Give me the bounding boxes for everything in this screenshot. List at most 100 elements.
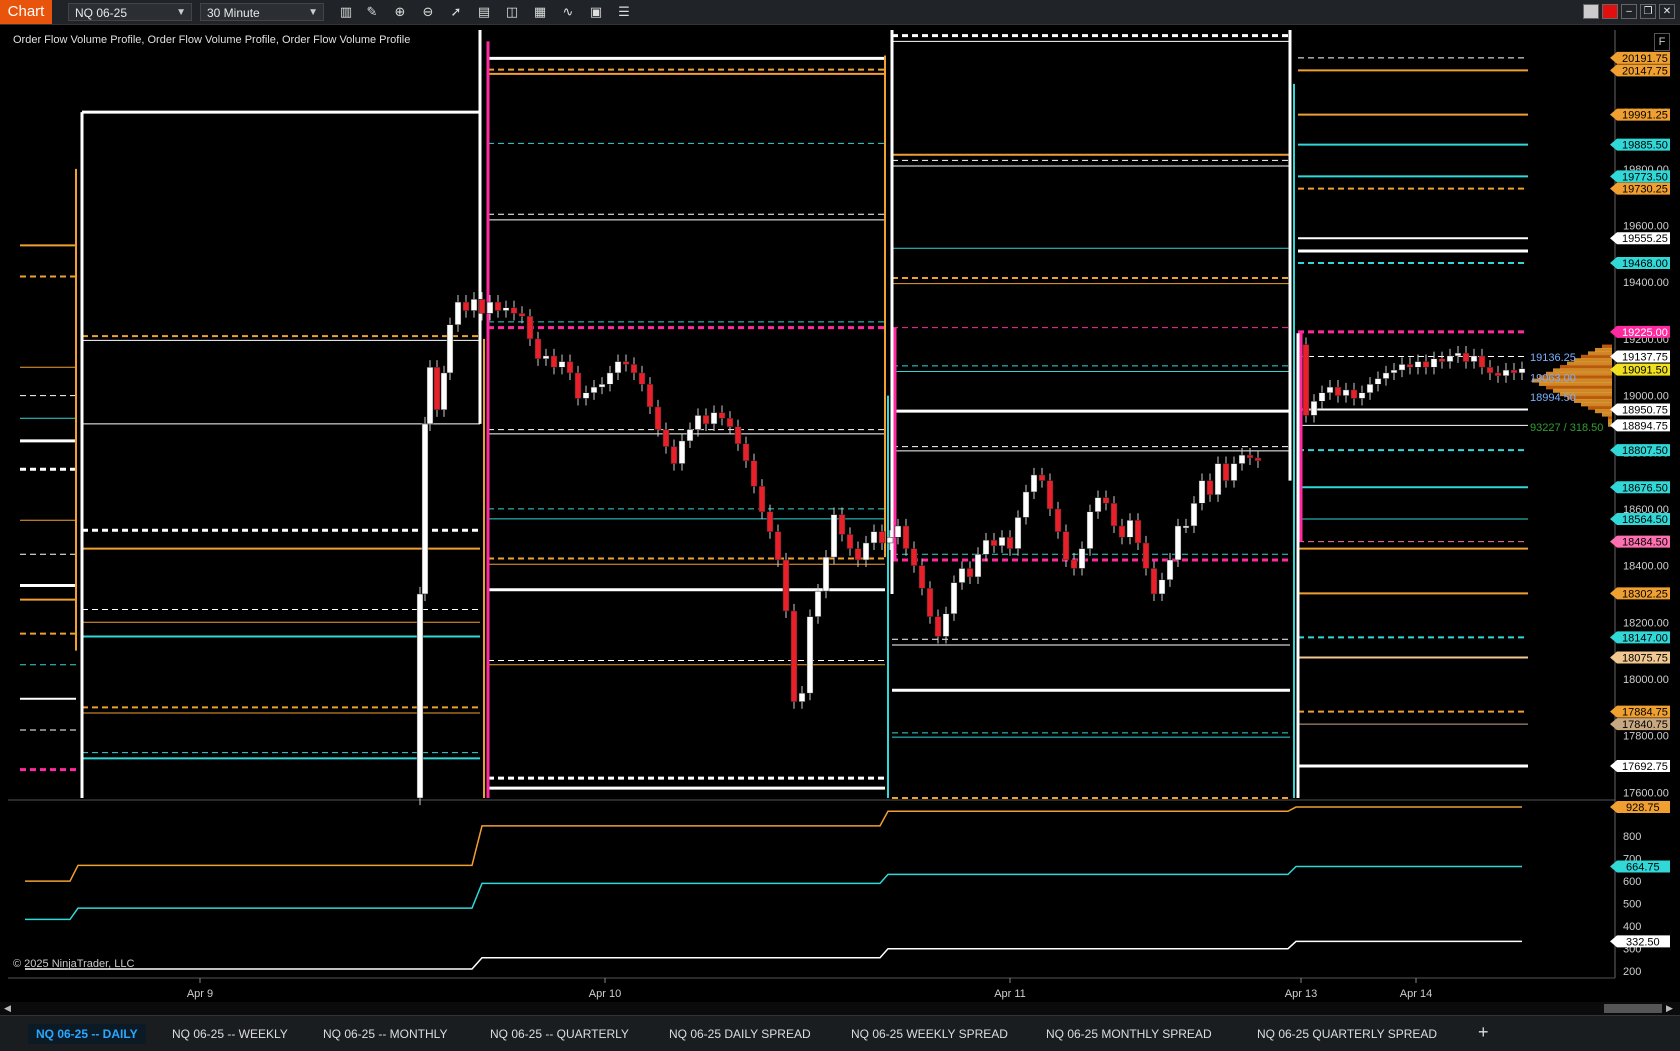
candle-body xyxy=(558,361,566,368)
candle-body xyxy=(1198,480,1206,504)
tab-monthly-spread[interactable]: NQ 06-25 MONTHLY SPREAD xyxy=(1046,1024,1212,1044)
tab-daily-spread[interactable]: NQ 06-25 DAILY SPREAD xyxy=(669,1024,811,1044)
candle-body xyxy=(470,298,478,311)
candle-body xyxy=(894,525,902,538)
candle-body xyxy=(926,588,934,617)
chart-area[interactable]: 800 700 600 500 400 300 200 928.75 664.75 332.50 … xyxy=(0,25,1680,1015)
minimize-icon[interactable]: – xyxy=(1621,4,1637,19)
candle-body xyxy=(1470,355,1478,362)
tab-daily[interactable]: NQ 06-25 -- DAILY xyxy=(28,1024,146,1044)
price-badge-label: 19555.25 xyxy=(1622,233,1668,245)
candle-body xyxy=(1246,454,1254,459)
candle-body xyxy=(1094,497,1102,513)
candle-body xyxy=(950,582,958,615)
tab-weekly-spread[interactable]: NQ 06-25 WEEKLY SPREAD xyxy=(851,1024,1008,1044)
candle-body xyxy=(854,548,862,561)
candle-body xyxy=(446,324,454,374)
candle-body xyxy=(862,542,870,561)
profile-histogram-bar xyxy=(1574,398,1612,403)
strategies-icon[interactable]: ▣ xyxy=(586,3,606,21)
candle-body xyxy=(1430,358,1438,368)
properties-list-icon[interactable]: ☰ xyxy=(614,3,634,21)
candle-body xyxy=(462,301,470,311)
scroll-thumb[interactable] xyxy=(1604,1004,1662,1013)
sub-tick-label: 600 xyxy=(1623,876,1641,888)
candle-body xyxy=(1102,497,1110,504)
candle-body xyxy=(1238,454,1246,464)
price-badge-label: 17840.75 xyxy=(1622,719,1668,731)
candle-body xyxy=(878,531,886,544)
tab-quarterly[interactable]: NQ 06-25 -- QUARTERLY xyxy=(490,1024,629,1044)
chart-tabs: NQ 06-25 -- DAILY NQ 06-25 -- WEEKLY NQ … xyxy=(0,1015,1680,1051)
time-tick-label: Apr 13 xyxy=(1285,988,1317,1000)
tab-quarterly-spread[interactable]: NQ 06-25 QUARTERLY SPREAD xyxy=(1257,1024,1437,1044)
horizontal-scrollbar[interactable]: ◀ ▶ xyxy=(0,1002,1680,1015)
candle-body xyxy=(1142,542,1150,569)
time-tick-label: Apr 10 xyxy=(589,988,621,1000)
interval-selector[interactable]: 30 Minute ▼ xyxy=(200,3,324,21)
candle-body xyxy=(838,514,846,535)
data-box-icon[interactable]: ▤ xyxy=(474,3,494,21)
sub-tick-label: 800 xyxy=(1623,831,1641,843)
price-badge-label: 18075.75 xyxy=(1622,653,1668,665)
price-tick-label: 17600.00 xyxy=(1623,787,1669,799)
drawing-pencil-icon[interactable]: ✎ xyxy=(362,3,382,21)
candle-body xyxy=(998,537,1006,547)
candle-body xyxy=(1078,548,1086,569)
price-badge-label: 19225.00 xyxy=(1622,327,1668,339)
templates-icon[interactable]: ▦ xyxy=(530,3,550,21)
chart-badge: Chart xyxy=(0,0,52,24)
scroll-left-icon[interactable]: ◀ xyxy=(4,1003,11,1014)
candle-body xyxy=(526,315,534,340)
candle-body xyxy=(846,534,854,549)
price-badge-label: 18484.50 xyxy=(1622,537,1668,549)
indicators-icon[interactable]: ∿ xyxy=(558,3,578,21)
price-tick-label: 18000.00 xyxy=(1623,674,1669,686)
pointer-icon[interactable]: ➚ xyxy=(446,3,466,21)
profile-histogram-bar xyxy=(1546,385,1612,390)
price-badge-label: 19137.75 xyxy=(1622,352,1668,364)
candle-body xyxy=(534,338,542,359)
candle-body xyxy=(1446,355,1454,362)
close-icon[interactable]: ✕ xyxy=(1659,4,1675,19)
candle-body xyxy=(694,415,702,430)
candle-body xyxy=(494,301,502,311)
scroll-right-icon[interactable]: ▶ xyxy=(1666,1003,1673,1014)
candle-body xyxy=(974,554,982,578)
tab-weekly[interactable]: NQ 06-25 -- WEEKLY xyxy=(172,1024,288,1044)
candle-body xyxy=(934,616,942,637)
sub-series-line xyxy=(25,806,1522,882)
window-gray-icon[interactable] xyxy=(1583,4,1599,19)
candle-body xyxy=(1342,389,1350,396)
split-icon[interactable]: ◫ xyxy=(502,3,522,21)
zoom-out-icon[interactable]: ⊖ xyxy=(418,3,438,21)
candle-body xyxy=(502,307,510,311)
candle-body xyxy=(1182,525,1190,529)
candle-body xyxy=(1422,361,1430,368)
candle-body xyxy=(806,616,814,694)
indicator-label: Order Flow Volume Profile, Order Flow Vo… xyxy=(13,34,411,46)
candle-body xyxy=(646,383,654,408)
candle-body xyxy=(758,486,766,513)
zoom-in-icon[interactable]: ⊕ xyxy=(390,3,410,21)
price-badge-label: 19091.50 xyxy=(1622,365,1668,377)
candle-body xyxy=(454,301,462,325)
profile-histogram-bar xyxy=(1588,405,1612,410)
profile-value-label: 93227 / 318.50 xyxy=(1530,422,1603,434)
candle-body xyxy=(814,590,822,617)
instrument-selector[interactable]: NQ 06-25 ▼ xyxy=(68,3,192,21)
price-chart[interactable]: 800700600500400300200928.75664.75332.50 … xyxy=(0,25,1680,1015)
candle-body xyxy=(910,548,918,566)
candle-body xyxy=(822,556,830,592)
profile-histogram-bar xyxy=(1602,344,1612,349)
candle-body xyxy=(1326,386,1334,393)
candle-body xyxy=(1310,400,1318,416)
window-link-icon[interactable] xyxy=(1602,4,1618,19)
bar-type-icon[interactable]: ▥ xyxy=(336,3,356,21)
add-tab-button[interactable]: + xyxy=(1478,1022,1489,1043)
restore-icon[interactable]: ❐ xyxy=(1640,4,1656,19)
candle-body xyxy=(1030,474,1038,493)
price-badge-label: 19468.00 xyxy=(1622,258,1668,270)
tab-monthly[interactable]: NQ 06-25 -- MONTHLY xyxy=(323,1024,447,1044)
fullscreen-button[interactable]: F xyxy=(1654,33,1670,51)
